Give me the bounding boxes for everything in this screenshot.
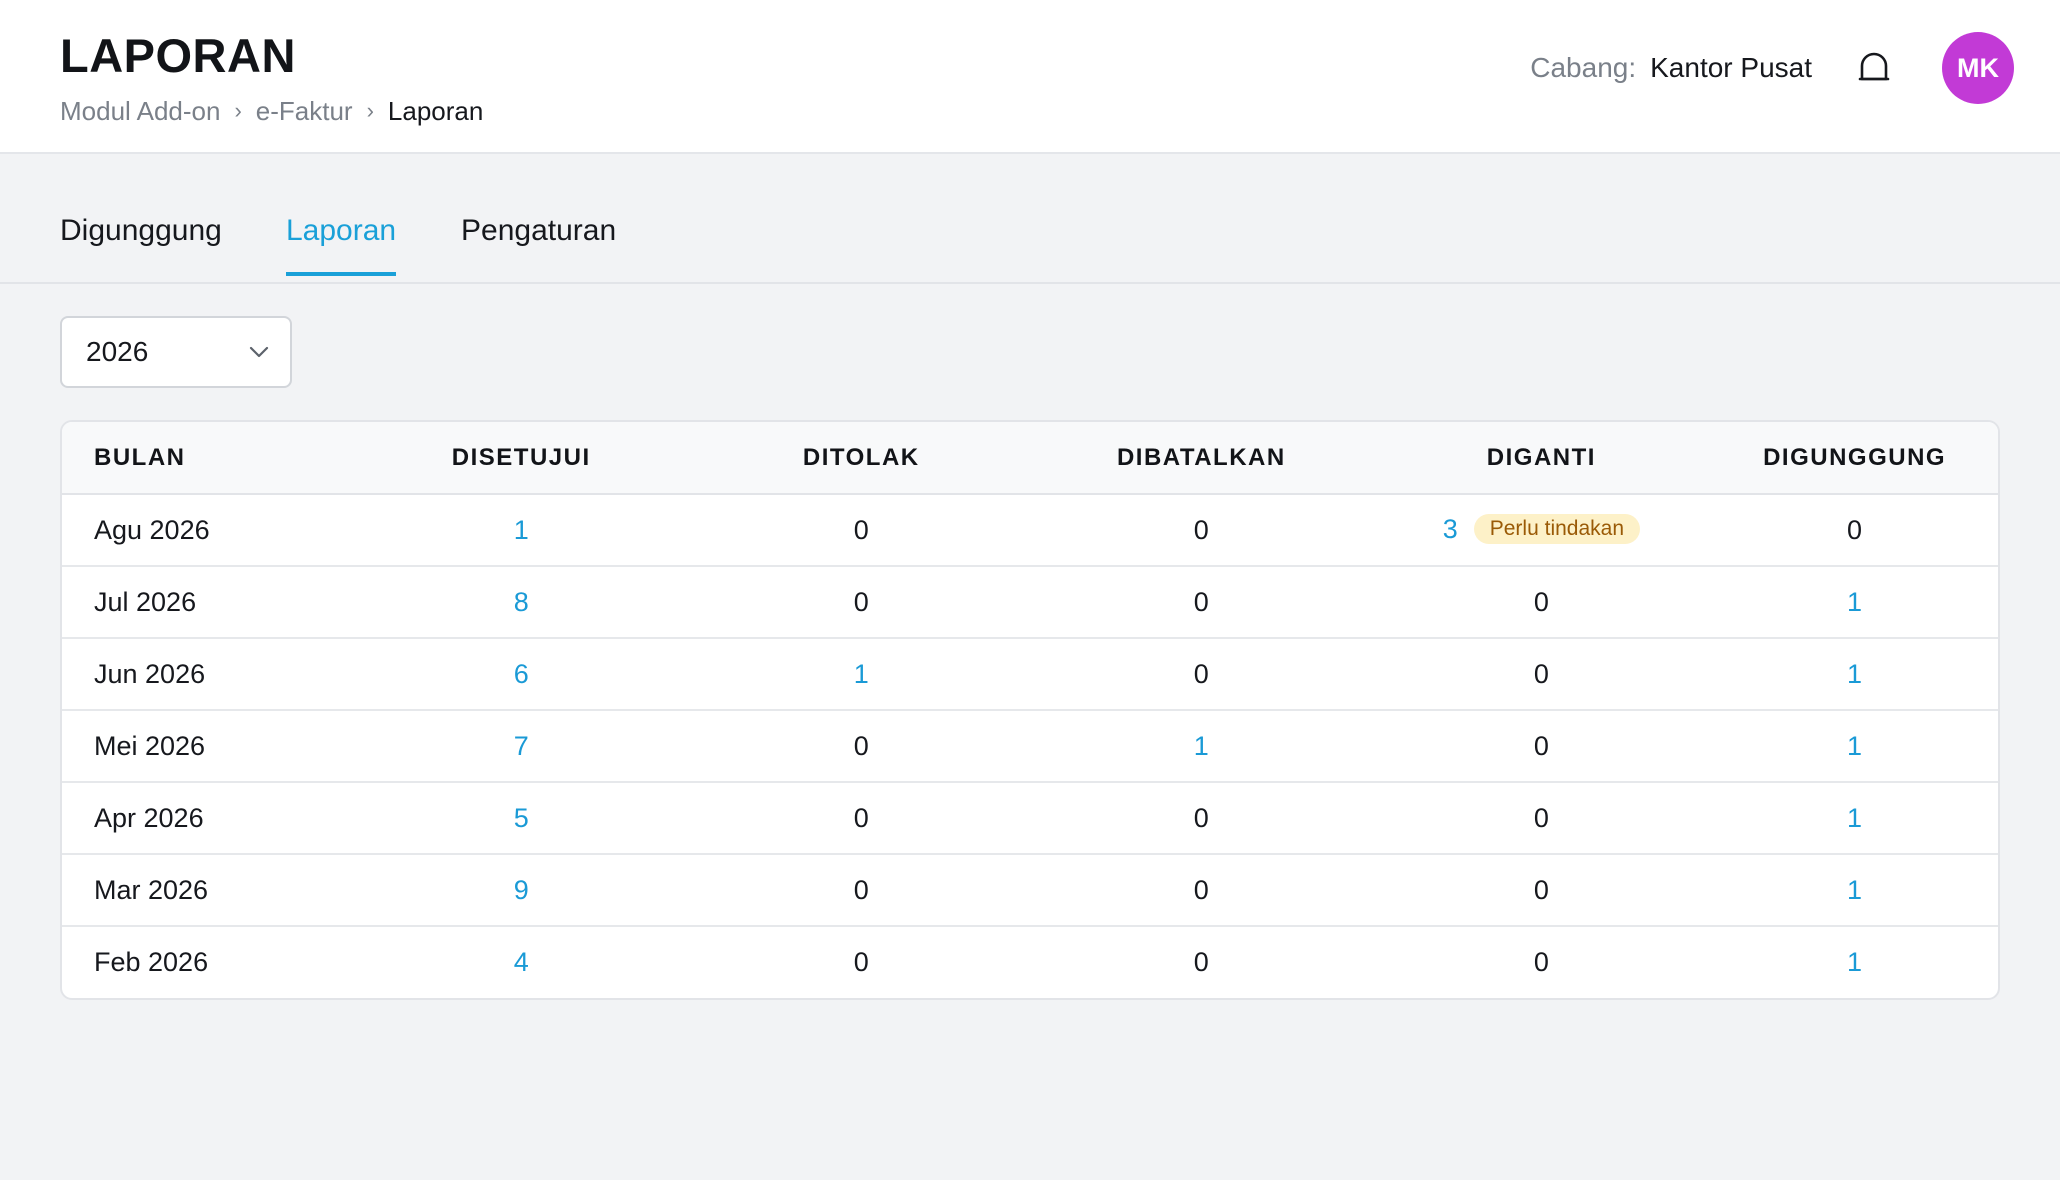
column-header-digunggung[interactable]: DIGUNGGUNG [1711,422,1998,495]
branch-selector[interactable]: Kantor Pusat [1650,52,1812,84]
cell-disetujui[interactable]: 7 [514,731,529,761]
cell-month: Apr 2026 [62,781,351,854]
cell-ditolak: 0 [853,874,869,905]
cell-disetujui[interactable]: 5 [514,803,529,833]
breadcrumb: Modul Add-on › e-Faktur › Laporan [60,94,483,128]
cell-month: Feb 2026 [62,925,351,998]
bell-icon[interactable] [1854,48,1894,88]
column-header-ditolak[interactable]: DITOLAK [691,422,1032,495]
cell-diganti: 0 [1533,586,1549,617]
cell-disetujui[interactable]: 8 [514,587,529,617]
cell-diganti: 0 [1533,730,1549,761]
breadcrumb-separator-icon: › [234,98,242,123]
table-row: Apr 2026 5 0 0 0 1 [62,781,1998,854]
table-row: Mei 2026 7 0 1 0 1 [62,709,1998,782]
cell-dibatalkan: 0 [1193,874,1209,905]
column-header-diganti[interactable]: DIGANTI [1371,422,1712,495]
cell-disetujui[interactable]: 6 [514,659,529,689]
cell-dibatalkan: 0 [1193,514,1209,545]
cell-ditolak[interactable]: 1 [854,659,869,689]
cell-diganti: 0 [1533,947,1549,977]
breadcrumb-separator-icon: › [366,98,374,123]
cell-ditolak: 0 [853,514,869,545]
cell-digunggung[interactable]: 1 [1847,875,1862,905]
year-select[interactable]: 2026 [60,316,292,388]
breadcrumb-item-modul-add-on[interactable]: Modul Add-on [60,94,220,128]
cell-month: Mei 2026 [62,709,351,782]
cell-ditolak: 0 [853,730,869,761]
page-title: LAPORAN [60,29,296,82]
branch-label: Cabang: [1530,52,1637,83]
table-row: Mar 2026 9 0 0 0 1 [62,853,1998,926]
status-badge: Perlu tindakan [1473,513,1641,544]
breadcrumb-item-current: Laporan [387,96,484,126]
table-header-row: BULAN DISETUJUI DITOLAK DIBATALKAN DIGAN… [62,422,1998,495]
page-header: LAPORAN Modul Add-on › e-Faktur › Lapora… [0,0,2060,154]
cell-month: Mar 2026 [62,853,351,926]
table-row: Feb 2026 4 0 0 0 1 [62,925,1998,998]
cell-disetujui[interactable]: 1 [514,515,529,545]
header-actions: Cabang: Kantor Pusat MK [1530,32,2014,104]
chevron-down-icon [249,346,269,358]
cell-dibatalkan[interactable]: 1 [1194,731,1209,761]
cell-ditolak: 0 [853,802,869,833]
cell-disetujui[interactable]: 9 [514,875,529,905]
tab-laporan[interactable]: Laporan [286,212,397,276]
cell-digunggung[interactable]: 1 [1847,803,1862,833]
column-header-dibatalkan[interactable]: DIBATALKAN [1031,422,1372,495]
cell-dibatalkan: 0 [1193,947,1209,977]
cell-month: Jun 2026 [62,637,351,710]
column-header-disetujui[interactable]: DISETUJUI [350,422,692,495]
tab-bar: Digunggung Laporan Pengaturan [0,154,2060,284]
cell-dibatalkan: 0 [1193,658,1209,689]
report-table: BULAN DISETUJUI DITOLAK DIBATALKAN DIGAN… [62,422,1998,998]
bell-icon-graphic [1858,52,1890,81]
cell-digunggung[interactable]: 1 [1847,659,1862,689]
breadcrumb-item-e-faktur[interactable]: e-Faktur [256,94,353,128]
cell-month: Jul 2026 [62,565,351,638]
cell-diganti: 0 [1533,658,1549,689]
cell-disetujui[interactable]: 4 [514,947,529,977]
avatar[interactable]: MK [1942,32,2014,104]
cell-digunggung[interactable]: 1 [1847,947,1862,977]
tab-digunggung[interactable]: Digunggung [60,212,222,272]
cell-digunggung: 0 [1847,514,1863,545]
cell-month: Agu 2026 [94,514,210,545]
cell-ditolak: 0 [853,586,869,617]
cell-digunggung[interactable]: 1 [1847,587,1862,617]
report-table-card: BULAN DISETUJUI DITOLAK DIBATALKAN DIGAN… [60,420,2000,1000]
table-row: Agu 2026 1 0 0 3 Perlu tindakan 0 [62,494,1998,566]
table-row: Jul 2026 8 0 0 0 1 [62,565,1998,638]
cell-digunggung[interactable]: 1 [1847,731,1862,761]
cell-dibatalkan: 0 [1193,802,1209,833]
cell-ditolak: 0 [853,947,869,977]
tab-pengaturan[interactable]: Pengaturan [461,212,616,272]
cell-diganti: 0 [1533,874,1549,905]
cell-diganti: 0 [1533,802,1549,833]
table-row: Jun 2026 6 1 0 0 1 [62,637,1998,710]
cell-diganti[interactable]: 3 [1443,514,1458,544]
year-select-value: 2026 [86,336,149,367]
column-header-bulan[interactable]: BULAN [62,422,351,495]
cell-dibatalkan: 0 [1193,586,1209,617]
